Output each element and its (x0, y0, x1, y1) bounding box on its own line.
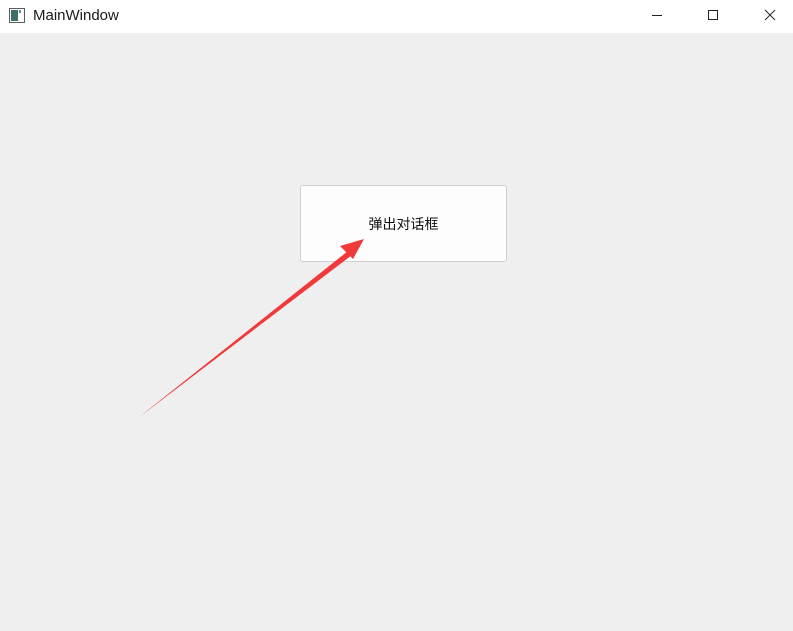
minimize-icon (651, 6, 663, 25)
maximize-button[interactable] (690, 0, 736, 31)
close-icon (764, 6, 776, 25)
window-title: MainWindow (33, 7, 119, 24)
main-window: MainWindow 弹出对话框 (0, 0, 793, 631)
close-button[interactable] (747, 0, 793, 31)
title-bar[interactable]: MainWindow (0, 0, 793, 33)
maximize-icon (707, 6, 719, 25)
popup-dialog-button[interactable]: 弹出对话框 (300, 185, 507, 262)
window-content: 弹出对话框 (0, 33, 793, 631)
minimize-button[interactable] (634, 0, 680, 31)
app-window-icon (9, 8, 25, 23)
